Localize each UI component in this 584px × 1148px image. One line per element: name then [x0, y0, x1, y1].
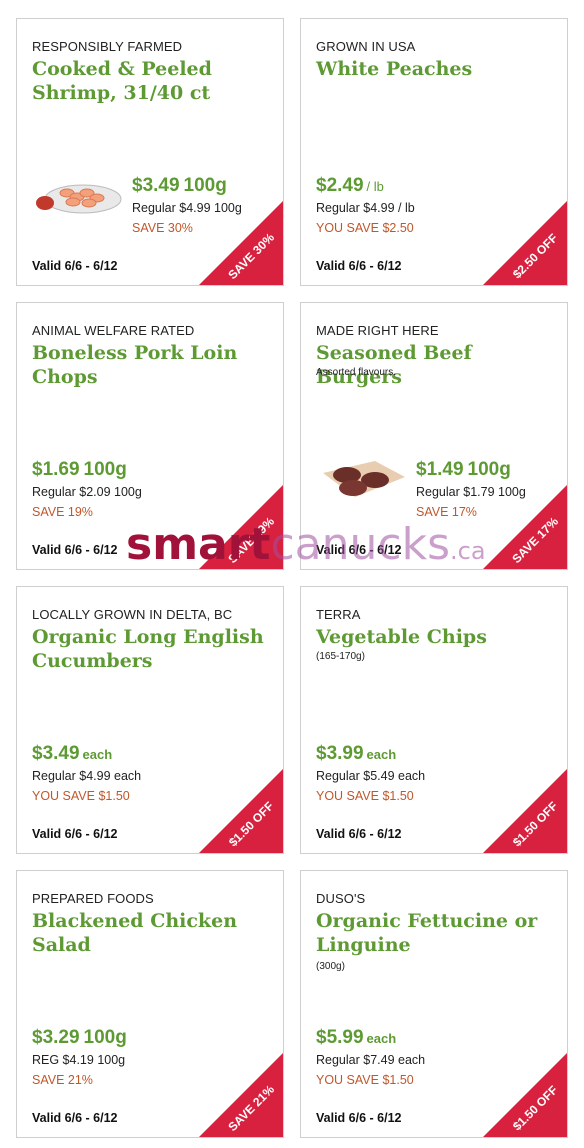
card-eyebrow: TERRA — [316, 607, 361, 622]
card-eyebrow: MADE RIGHT HERE — [316, 323, 439, 338]
savings-text: YOU SAVE $1.50 — [316, 1073, 414, 1087]
beef-patties-icon — [323, 461, 405, 497]
price-unit: 100g — [183, 175, 227, 196]
sale-price: $3.49 — [132, 175, 180, 196]
card-title[interactable]: Organic Fettucine or Linguine — [316, 909, 556, 957]
savings-ribbon: $2.50 OFF — [483, 201, 567, 285]
card-subtitle: (165-170g) — [316, 651, 365, 662]
price-unit: each — [82, 747, 113, 762]
card-eyebrow: RESPONSIBLY FARMED — [32, 39, 183, 54]
valid-dates: Valid 6/6 - 6/12 — [316, 259, 402, 273]
savings-text: YOU SAVE $1.50 — [32, 789, 130, 803]
price-unit: each — [366, 747, 397, 762]
savings-ribbon: SAVE 19% — [199, 485, 283, 569]
savings-ribbon: $1.50 OFF — [199, 769, 283, 853]
card-eyebrow: PREPARED FOODS — [32, 891, 154, 906]
deal-card-pork[interactable]: ANIMAL WELFARE RATED Boneless Pork Loin … — [16, 302, 284, 570]
card-title[interactable]: Vegetable Chips — [316, 625, 556, 649]
savings-ribbon: SAVE 17% — [483, 485, 567, 569]
price-unit: 100g — [467, 459, 511, 480]
card-title[interactable]: Seasoned Beef Burgers — [316, 341, 556, 389]
card-eyebrow: LOCALLY GROWN IN DELTA, BC — [32, 607, 233, 622]
savings-ribbon: SAVE 30% — [199, 201, 283, 285]
valid-dates: Valid 6/6 - 6/12 — [32, 1111, 118, 1125]
savings-text: SAVE 21% — [32, 1073, 93, 1087]
regular-price: Regular $7.49 each — [316, 1053, 426, 1067]
deal-card-cucumbers[interactable]: LOCALLY GROWN IN DELTA, BC Organic Long … — [16, 586, 284, 854]
regular-price: Regular $5.49 each — [316, 769, 426, 783]
price-unit: 100g — [83, 1027, 127, 1048]
card-subtitle: Assorted flavours. — [316, 367, 397, 378]
valid-dates: Valid 6/6 - 6/12 — [316, 543, 402, 557]
card-title[interactable]: White Peaches — [316, 57, 556, 81]
sale-price: $5.99 — [316, 1027, 364, 1048]
valid-dates: Valid 6/6 - 6/12 — [316, 1111, 402, 1125]
card-title[interactable]: Boneless Pork Loin Chops — [32, 341, 272, 389]
deal-card-vegetable-chips[interactable]: TERRA Vegetable Chips (165-170g) $3.99 ea… — [300, 586, 568, 854]
price-unit: / lb — [366, 179, 384, 194]
card-title[interactable]: Cooked & Peeled Shrimp, 31/40 ct — [32, 57, 272, 105]
savings-text: YOU SAVE $1.50 — [316, 789, 414, 803]
card-eyebrow: GROWN IN USA — [316, 39, 416, 54]
sale-price: $3.99 — [316, 743, 364, 764]
sale-price: $1.69 — [32, 459, 80, 480]
valid-dates: Valid 6/6 - 6/12 — [316, 827, 402, 841]
card-eyebrow: ANIMAL WELFARE RATED — [32, 323, 195, 338]
regular-price: Regular $4.99 / lb — [316, 201, 415, 215]
valid-dates: Valid 6/6 - 6/12 — [32, 543, 118, 557]
shrimp-platter-icon — [36, 184, 122, 214]
savings-ribbon: $1.50 OFF — [483, 769, 567, 853]
card-title[interactable]: Organic Long English Cucumbers — [32, 625, 272, 673]
sale-price: $3.49 — [32, 743, 80, 764]
card-title[interactable]: Blackened Chicken Salad — [32, 909, 272, 957]
sale-price: $2.49 — [316, 175, 364, 196]
regular-price: Regular $4.99 each — [32, 769, 142, 783]
valid-dates: Valid 6/6 - 6/12 — [32, 259, 118, 273]
regular-price: Regular $2.09 100g — [32, 485, 142, 499]
card-eyebrow: DUSO'S — [316, 891, 366, 906]
savings-text: YOU SAVE $2.50 — [316, 221, 414, 235]
savings-ribbon: SAVE 21% — [199, 1053, 283, 1137]
deal-card-peaches[interactable]: GROWN IN USA White Peaches $2.49/ lb Reg… — [300, 18, 568, 286]
price-unit: 100g — [83, 459, 127, 480]
deal-card-chicken-salad[interactable]: PREPARED FOODS Blackened Chicken Salad $… — [16, 870, 284, 1138]
regular-price: REG $4.19 100g — [32, 1053, 126, 1067]
deal-card-burgers[interactable]: MADE RIGHT HERE Seasoned Beef Burgers As… — [300, 302, 568, 570]
valid-dates: Valid 6/6 - 6/12 — [32, 827, 118, 841]
price-unit: each — [366, 1031, 397, 1046]
deal-card-pasta[interactable]: DUSO'S Organic Fettucine or Linguine (30… — [300, 870, 568, 1138]
sale-price: $3.29 — [32, 1027, 80, 1048]
card-subtitle: (300g) — [316, 961, 345, 972]
deal-card-shrimp[interactable]: RESPONSIBLY FARMED Cooked & Peeled Shrim… — [16, 18, 284, 286]
savings-text: SAVE 19% — [32, 505, 93, 519]
savings-ribbon: $1.50 OFF — [483, 1053, 567, 1137]
sale-price: $1.49 — [416, 459, 464, 480]
